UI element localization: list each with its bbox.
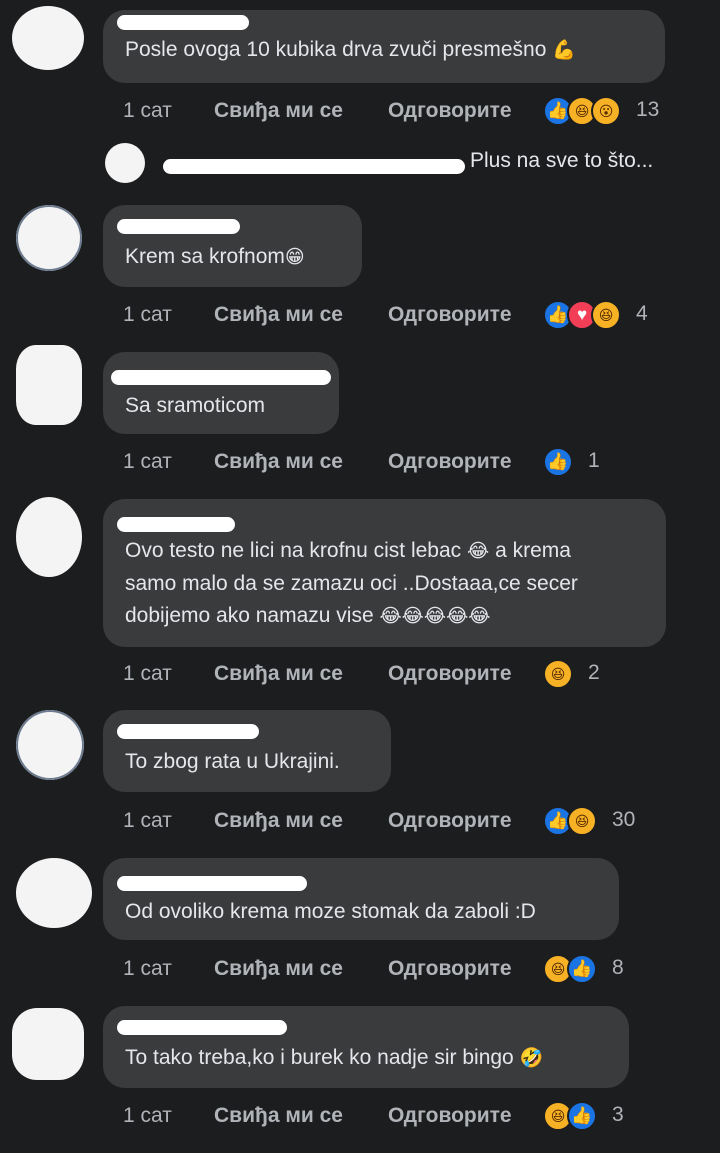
comment-actions: 1 сат Свиђа ми се Одговорите 😆 👍 8 [123, 954, 663, 984]
reaction-count: 13 [636, 98, 660, 121]
like-reaction-icon: 👍 [567, 1101, 597, 1131]
comment-time: 1 сат [123, 662, 172, 685]
reply-button[interactable]: Одговорите [388, 1101, 512, 1131]
comment-text: Krem sa krofnom😁 [125, 245, 305, 268]
comment-time: 1 сат [123, 957, 172, 980]
avatar[interactable] [12, 6, 84, 70]
comment-actions: 1 сат Свиђа ми се Одговорите 😆 2 [123, 659, 623, 689]
haha-reaction-icon: 😆 [591, 300, 621, 330]
comment-bubble: To tako treba,ko i burek ko nadje sir bi… [103, 1006, 629, 1088]
avatar[interactable] [16, 858, 92, 928]
redacted-author-name [117, 876, 307, 891]
reply-button[interactable]: Одговорите [388, 806, 512, 836]
comment-text: Posle ovoga 10 kubika drva zvuči presmeš… [125, 38, 576, 61]
like-button[interactable]: Свиђа ми се [214, 447, 343, 477]
like-reaction-icon: 👍 [567, 954, 597, 984]
comment-bubble: Posle ovoga 10 kubika drva zvuči presmeš… [103, 10, 665, 83]
redacted-author-name [111, 370, 331, 385]
reaction-count: 8 [612, 956, 624, 979]
comment-text: To tako treba,ko i burek ko nadje sir bi… [125, 1046, 544, 1069]
reaction-count: 1 [588, 449, 600, 472]
reply-button[interactable]: Одговорите [388, 300, 512, 330]
like-button[interactable]: Свиђа ми се [214, 954, 343, 984]
reply-button[interactable]: Одговорите [388, 447, 512, 477]
comment-time: 1 сат [123, 99, 172, 122]
comment-bubble: To zbog rata u Ukrajini. [103, 710, 391, 792]
like-button[interactable]: Свиђа ми се [214, 659, 343, 689]
like-button[interactable]: Свиђа ми се [214, 1101, 343, 1131]
comment-text: To zbog rata u Ukrajini. [125, 750, 340, 773]
avatar[interactable] [16, 345, 82, 425]
like-button[interactable]: Свиђа ми се [214, 300, 343, 330]
reply-preview-text: Plus na sve to što... [470, 149, 654, 172]
comment-actions: 1 сат Свиђа ми се Одговорите 👍 ♥ 😆 4 [123, 300, 663, 330]
reaction-count: 2 [588, 661, 600, 684]
comment-bubble: Ovo testo ne lici na krofnu cist lebac 😂… [103, 499, 666, 647]
comment-actions: 1 сат Свиђа ми се Одговорите 👍 1 [123, 447, 623, 477]
comment-bubble: Sa sramoticom [103, 352, 339, 434]
wow-reaction-icon: 😮 [591, 96, 621, 126]
comment-time: 1 сат [123, 809, 172, 832]
comment-time: 1 сат [123, 450, 172, 473]
redacted-author-name [117, 15, 249, 30]
reply-button[interactable]: Одговорите [388, 659, 512, 689]
reaction-count: 30 [612, 808, 636, 831]
reaction-count: 3 [612, 1103, 624, 1126]
comment-time: 1 сат [123, 303, 172, 326]
haha-reaction-icon: 😆 [543, 659, 573, 689]
redacted-reply-author [163, 159, 465, 174]
comment-text: Od ovoliko krema moze stomak da zaboli :… [125, 900, 536, 923]
like-button[interactable]: Свиђа ми се [214, 96, 343, 126]
comment-time: 1 сат [123, 1104, 172, 1127]
comment-actions: 1 сат Свиђа ми се Одговорите 👍 😆 😮 13 [123, 96, 668, 126]
reply-button[interactable]: Одговорите [388, 954, 512, 984]
avatar[interactable] [16, 205, 82, 271]
avatar[interactable] [16, 710, 84, 780]
redacted-author-name [117, 517, 235, 532]
like-button[interactable]: Свиђа ми се [214, 806, 343, 836]
comment-actions: 1 сат Свиђа ми се Одговорите 😆 👍 3 [123, 1101, 663, 1131]
avatar[interactable] [16, 497, 82, 577]
comment-text-line: dobijemo ako namazu vise 😂😂😂😂😂 [125, 604, 491, 627]
comment-text-line: samo malo da se zamazu oci ..Dostaaa,ce … [125, 572, 578, 595]
comment-text: Sa sramoticom [125, 394, 266, 417]
redacted-author-name [117, 1020, 287, 1035]
comment-bubble: Krem sa krofnom😁 [103, 205, 362, 287]
reaction-count: 4 [636, 302, 648, 325]
avatar[interactable] [12, 1008, 84, 1080]
comment-text-line: Ovo testo ne lici na krofnu cist lebac 😂… [125, 539, 571, 562]
haha-reaction-icon: 😆 [567, 806, 597, 836]
like-reaction-icon: 👍 [543, 447, 573, 477]
redacted-author-name [117, 219, 240, 234]
comment-actions: 1 сат Свиђа ми се Одговорите 👍 😆 30 [123, 806, 683, 836]
reply-avatar [105, 143, 145, 183]
redacted-author-name [117, 724, 259, 739]
comment-bubble: Od ovoliko krema moze stomak da zaboli :… [103, 858, 619, 940]
reply-button[interactable]: Одговорите [388, 96, 512, 126]
